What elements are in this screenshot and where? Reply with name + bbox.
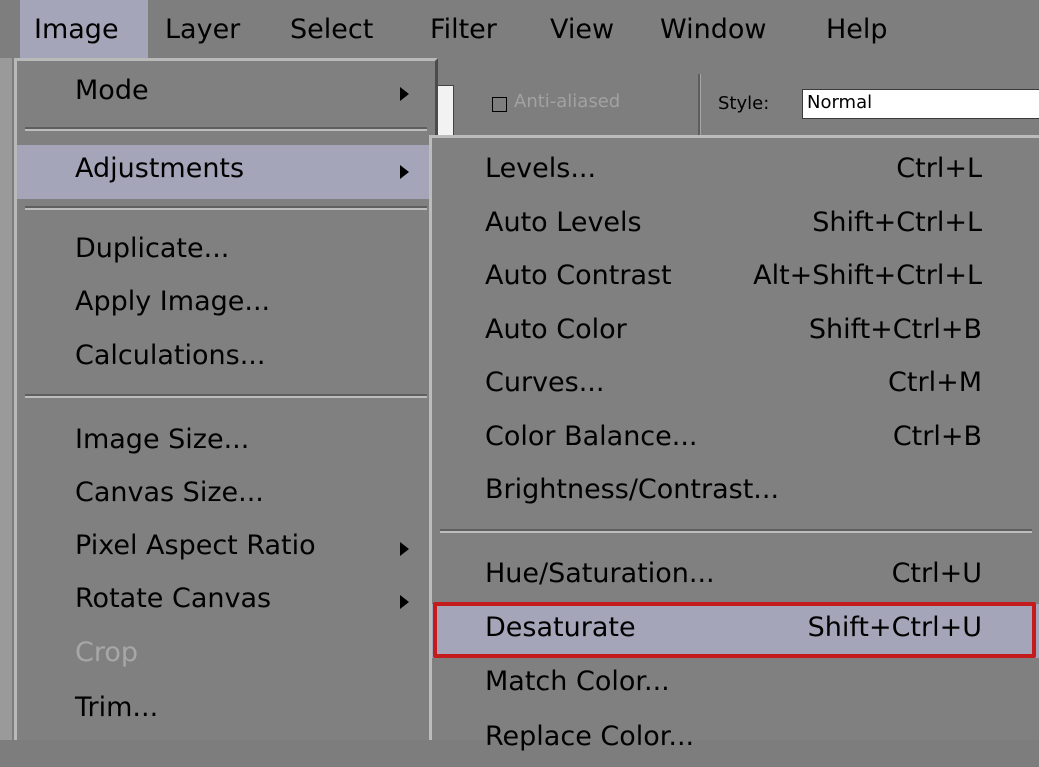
menu-separator — [25, 127, 427, 131]
menu-item-label: Auto Color — [485, 314, 627, 345]
image-menu-item-crop: Crop — [17, 629, 435, 683]
image-menu-item-apply-image[interactable]: Apply Image... — [17, 278, 435, 332]
menu-filter[interactable]: Filter — [430, 0, 497, 58]
menu-help[interactable]: Help — [826, 0, 888, 58]
adjustments-item-auto-color[interactable]: Auto Color Shift+Ctrl+B — [432, 306, 1039, 360]
image-menu-item-pixel-aspect-ratio[interactable]: Pixel Aspect Ratio — [17, 522, 435, 576]
menu-item-label: Duplicate... — [75, 233, 230, 264]
menu-item-label: Replace Color... — [485, 721, 695, 752]
menu-item-shortcut: Shift+Ctrl+B — [808, 314, 982, 345]
image-menu-item-calculations[interactable]: Calculations... — [17, 332, 435, 386]
adjustments-item-replace-color[interactable]: Replace Color... — [432, 713, 1039, 767]
adjustments-item-levels[interactable]: Levels... Ctrl+L — [432, 145, 1039, 199]
menu-item-label: Pixel Aspect Ratio — [75, 530, 316, 561]
menu-view[interactable]: View — [550, 0, 614, 58]
image-menu: Mode Adjustments Duplicate... Apply Imag… — [14, 58, 438, 740]
submenu-arrow-icon — [400, 542, 409, 556]
menu-item-label: Trim... — [75, 692, 159, 723]
menu-separator — [440, 529, 1032, 533]
menu-item-label: Color Balance... — [485, 421, 698, 452]
highlight-annotation-box — [433, 602, 1036, 658]
image-menu-item-mode[interactable]: Mode — [17, 67, 435, 121]
menu-item-label: Calculations... — [75, 340, 266, 371]
adjustments-item-auto-contrast[interactable]: Auto Contrast Alt+Shift+Ctrl+L — [432, 252, 1039, 306]
menu-item-label: Image Size... — [75, 424, 250, 455]
menu-item-label: Match Color... — [485, 666, 670, 697]
menu-item-label: Apply Image... — [75, 286, 271, 317]
menu-item-label: Brightness/Contrast... — [485, 474, 780, 505]
adjustments-item-color-balance[interactable]: Color Balance... Ctrl+B — [432, 413, 1039, 467]
menu-item-shortcut: Shift+Ctrl+L — [812, 207, 982, 238]
menu-bar: Image Layer Select Filter View Window He… — [0, 0, 1039, 58]
menu-layer[interactable]: Layer — [165, 0, 240, 58]
anti-aliased-checkbox[interactable] — [492, 97, 507, 112]
menu-image[interactable]: Image — [20, 0, 148, 58]
submenu-arrow-icon — [400, 165, 409, 179]
anti-aliased-label: Anti-aliased — [514, 91, 621, 112]
menu-item-shortcut: Ctrl+M — [888, 367, 982, 398]
window-left-edge — [0, 0, 12, 740]
menu-item-shortcut: Ctrl+U — [891, 558, 982, 589]
menu-select[interactable]: Select — [290, 0, 373, 58]
image-menu-item-canvas-size[interactable]: Canvas Size... — [17, 469, 435, 523]
image-menu-item-image-size[interactable]: Image Size... — [17, 416, 435, 470]
options-divider — [698, 74, 701, 136]
image-menu-item-adjustments[interactable]: Adjustments — [17, 145, 435, 199]
menu-item-label: Hue/Saturation... — [485, 558, 715, 589]
image-menu-item-trim[interactable]: Trim... — [17, 684, 435, 738]
menu-separator — [25, 394, 427, 398]
menu-item-label: Canvas Size... — [75, 477, 264, 508]
adjustments-item-brightness-contrast[interactable]: Brightness/Contrast... — [432, 466, 1039, 520]
adjustments-item-hue-saturation[interactable]: Hue/Saturation... Ctrl+U — [432, 550, 1039, 604]
menu-item-shortcut: Ctrl+B — [892, 421, 982, 452]
menu-window[interactable]: Window — [660, 0, 766, 58]
menu-separator — [25, 206, 427, 210]
adjustments-item-auto-levels[interactable]: Auto Levels Shift+Ctrl+L — [432, 199, 1039, 253]
menu-item-label: Rotate Canvas — [75, 583, 272, 614]
menu-item-label: Auto Levels — [485, 207, 642, 238]
submenu-arrow-icon — [400, 87, 409, 101]
menu-item-label: Mode — [75, 75, 149, 106]
style-select[interactable]: Normal — [802, 89, 1039, 119]
options-field[interactable] — [436, 85, 454, 139]
image-menu-item-duplicate[interactable]: Duplicate... — [17, 225, 435, 279]
menu-item-shortcut: Alt+Shift+Ctrl+L — [753, 260, 982, 291]
style-label: Style: — [718, 93, 770, 114]
menu-item-shortcut: Ctrl+L — [896, 153, 982, 184]
image-menu-item-rotate-canvas[interactable]: Rotate Canvas — [17, 575, 435, 629]
adjustments-item-match-color[interactable]: Match Color... — [432, 658, 1039, 712]
menu-item-label: Adjustments — [75, 153, 245, 184]
submenu-arrow-icon — [400, 595, 409, 609]
adjustments-item-curves[interactable]: Curves... Ctrl+M — [432, 359, 1039, 413]
menu-item-label: Curves... — [485, 367, 605, 398]
menu-item-label: Crop — [75, 637, 139, 668]
options-bar: Anti-aliased Style: Normal — [430, 58, 1039, 140]
style-select-value: Normal — [807, 92, 873, 113]
menu-item-label: Levels... — [485, 153, 597, 184]
menu-item-label: Auto Contrast — [485, 260, 672, 291]
